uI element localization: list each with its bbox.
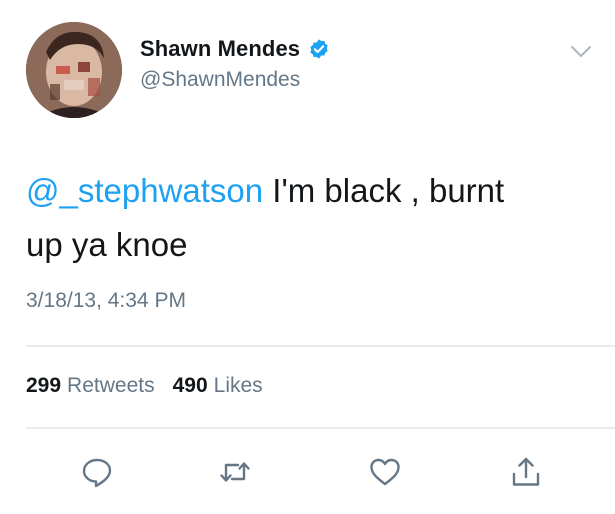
reply-button[interactable] xyxy=(77,452,117,492)
tweet-text: @_stephwatson I'm black , burnt up ya kn… xyxy=(26,164,596,272)
chevron-down-icon[interactable] xyxy=(569,44,593,60)
share-icon xyxy=(512,457,540,486)
retweet-button[interactable] xyxy=(215,452,255,492)
retweets-label: Retweets xyxy=(67,374,155,397)
likes-label: Likes xyxy=(213,374,263,397)
author-block[interactable]: Shawn Mendes @ShawnMendes xyxy=(140,34,330,104)
tweet-text-line2: up ya knoe xyxy=(26,226,188,263)
retweets-count: 299 xyxy=(26,374,62,397)
divider xyxy=(26,345,615,347)
tweet-card: Shawn Mendes @ShawnMendes @_stephwatson … xyxy=(0,0,615,514)
share-button[interactable] xyxy=(506,452,546,492)
name-row: Shawn Mendes xyxy=(140,34,330,64)
likes-count: 490 xyxy=(172,374,208,397)
user-handle[interactable]: @ShawnMendes xyxy=(140,68,330,92)
action-bar xyxy=(0,452,615,500)
likes-stat[interactable]: 490 Likes xyxy=(173,374,263,398)
retweet-icon xyxy=(220,462,250,482)
tweet-text-line1: I'm black , burnt xyxy=(263,172,505,209)
mention-link[interactable]: @_stephwatson xyxy=(26,172,263,209)
verified-badge-icon xyxy=(308,38,330,60)
avatar[interactable] xyxy=(26,22,122,118)
avatar-image xyxy=(26,22,122,118)
like-button[interactable] xyxy=(365,452,405,492)
divider xyxy=(26,427,615,429)
tweet-stats: 299 Retweets 490 Likes xyxy=(26,374,263,398)
reply-icon xyxy=(82,458,112,488)
display-name[interactable]: Shawn Mendes xyxy=(140,36,300,62)
retweets-stat[interactable]: 299 Retweets xyxy=(26,374,155,398)
timestamp[interactable]: 3/18/13, 4:34 PM xyxy=(26,289,186,313)
like-icon xyxy=(370,458,400,486)
